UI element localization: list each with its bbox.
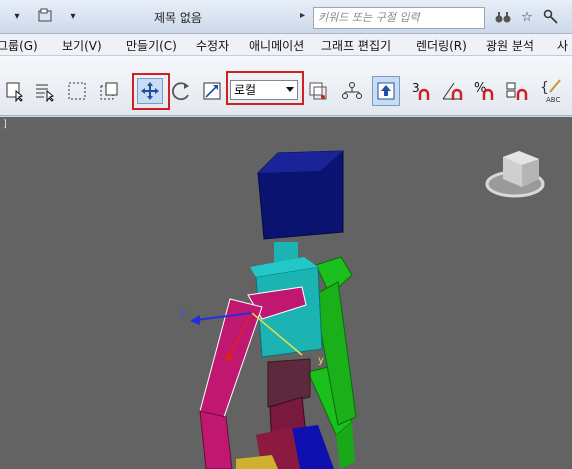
coordinate-system-value: 로컬 bbox=[234, 83, 257, 97]
menu-animation[interactable]: 애니메이션 bbox=[249, 37, 304, 54]
select-by-name-icon[interactable] bbox=[32, 78, 58, 104]
scale-icon[interactable] bbox=[199, 78, 225, 104]
main-toolbar: 로컬 3 % {ABC bbox=[0, 56, 572, 116]
svg-text:{: { bbox=[540, 80, 549, 96]
key-icon[interactable] bbox=[542, 8, 560, 26]
reference-coordinate-dropdown[interactable]: 로컬 bbox=[230, 80, 298, 100]
menu-group[interactable]: 그룹(G) bbox=[0, 37, 38, 54]
dropdown-arrow-icon[interactable]: ▾ bbox=[6, 6, 28, 26]
menu-overflow[interactable]: 사 bbox=[557, 37, 568, 54]
viewcube-icon[interactable] bbox=[485, 151, 545, 198]
rotate-icon[interactable] bbox=[168, 78, 194, 104]
abc-label: ABC bbox=[546, 96, 560, 104]
dropdown-caret-icon bbox=[286, 87, 294, 92]
angle-snap-icon[interactable] bbox=[440, 78, 466, 104]
manipulate-icon[interactable] bbox=[372, 76, 400, 106]
menu-bar: 그룹(G) 보기(V) 만들기(C) 수정자 애니메이션 그래프 편집기 렌더링… bbox=[0, 34, 572, 56]
binoculars-icon[interactable] bbox=[494, 8, 512, 26]
viewport-scene: z y bbox=[180, 150, 545, 469]
rectangular-selection-icon[interactable] bbox=[64, 78, 90, 104]
menu-lighting-analysis[interactable]: 광원 분석 bbox=[486, 37, 534, 54]
star-icon[interactable]: ☆ bbox=[518, 8, 536, 26]
menu-modifiers[interactable]: 수정자 bbox=[196, 37, 229, 54]
window-title: 제목 없음 bbox=[154, 11, 202, 25]
quick-access-toolbar: ▾ ▾ bbox=[6, 6, 84, 26]
title-bar: ▾ ▾ 제목 없음 ▸ 키워드 또는 구절 입력 ☆ ? bbox=[0, 0, 572, 34]
edit-named-selection-icon[interactable]: {ABC bbox=[540, 78, 566, 104]
move-icon[interactable] bbox=[137, 78, 163, 104]
menu-create[interactable]: 만들기(C) bbox=[126, 37, 177, 54]
character-model[interactable]: z y bbox=[180, 150, 357, 469]
search-input[interactable]: 키워드 또는 구절 입력 bbox=[313, 7, 485, 29]
help-icon[interactable]: ? bbox=[566, 8, 572, 26]
axis-y-label: y bbox=[318, 355, 324, 366]
menu-graph-editors[interactable]: 그래프 편집기 bbox=[321, 37, 391, 54]
open-file-icon[interactable] bbox=[34, 6, 56, 26]
customize-quick-access-icon[interactable]: ▾ bbox=[62, 6, 84, 26]
menu-view[interactable]: 보기(V) bbox=[62, 37, 102, 54]
axis-z-label: z bbox=[180, 308, 185, 319]
window-crossing-icon[interactable] bbox=[96, 78, 122, 104]
spinner-snap-icon[interactable] bbox=[504, 78, 530, 104]
perspective-viewport[interactable]: ] z y bbox=[0, 117, 572, 469]
snap-toggle-icon[interactable]: 3 bbox=[409, 78, 435, 104]
select-object-icon[interactable] bbox=[2, 78, 28, 104]
snap-3-label: 3 bbox=[412, 81, 420, 95]
percent-snap-icon[interactable]: % bbox=[472, 78, 498, 104]
menu-rendering[interactable]: 렌더링(R) bbox=[416, 37, 467, 54]
select-and-link-icon[interactable] bbox=[339, 78, 365, 104]
pivot-center-icon[interactable] bbox=[305, 78, 331, 104]
search-expand-icon[interactable]: ▸ bbox=[300, 10, 312, 24]
